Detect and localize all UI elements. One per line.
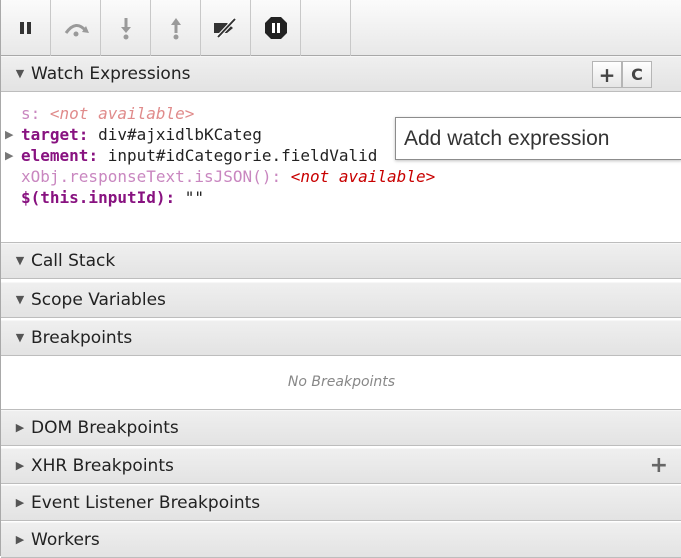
- watch-expressions-list: s: <not available> ▶ target: div#ajxidlb…: [1, 92, 681, 243]
- expanded-triangle-icon: ▼: [15, 331, 25, 344]
- breakpoints-header[interactable]: ▼ Breakpoints: [1, 320, 681, 356]
- call-stack-header[interactable]: ▼ Call Stack: [1, 243, 681, 279]
- section-title: Watch Expressions: [31, 64, 191, 84]
- section-title: Call Stack: [31, 251, 116, 271]
- step-out-icon: [166, 16, 186, 40]
- step-over-button[interactable]: [51, 0, 101, 56]
- collapsed-triangle-icon: ▶: [15, 496, 25, 509]
- section-title: Scope Variables: [31, 290, 166, 310]
- watch-expression-value: "": [184, 188, 205, 207]
- step-out-button[interactable]: [151, 0, 201, 56]
- section-title: Breakpoints: [31, 328, 133, 348]
- watch-expression-value: <not available>: [49, 104, 195, 123]
- section-title: Workers: [31, 530, 100, 550]
- watch-expression-value: input#idCategorie.fieldValid: [107, 146, 378, 165]
- deactivate-breakpoints-icon: [211, 17, 241, 39]
- refresh-watch-button[interactable]: C: [622, 61, 652, 88]
- section-title: DOM Breakpoints: [31, 418, 179, 438]
- collapsed-triangle-icon: ▶: [15, 533, 25, 546]
- watch-expressions-header[interactable]: ▼ Watch Expressions + C: [1, 56, 681, 92]
- expanded-triangle-icon: ▼: [15, 67, 25, 80]
- add-xhr-breakpoint-button[interactable]: +: [650, 449, 668, 483]
- collapsed-triangle-icon: ▶: [15, 421, 25, 434]
- expand-triangle-icon[interactable]: ▶: [5, 124, 13, 146]
- section-title: XHR Breakpoints: [31, 456, 174, 476]
- watch-expression-name: element: [21, 146, 89, 165]
- pause-button[interactable]: [1, 0, 51, 56]
- watch-expression-row[interactable]: ▶ target: div#ajxidlbKCateg: [5, 124, 262, 146]
- scope-variables-header[interactable]: ▼ Scope Variables: [1, 282, 681, 318]
- step-over-icon: [62, 18, 90, 38]
- section-title: Event Listener Breakpoints: [31, 493, 261, 513]
- watch-expression-row[interactable]: s: <not available>: [21, 103, 194, 125]
- expanded-triangle-icon: ▼: [15, 293, 25, 306]
- expand-triangle-icon[interactable]: ▶: [5, 145, 13, 167]
- toolbar-divider: [350, 0, 351, 56]
- event-listener-breakpoints-header[interactable]: ▶ Event Listener Breakpoints: [1, 485, 681, 521]
- watch-expression-row[interactable]: $(this.inputId): "": [21, 187, 204, 209]
- watch-expression-name: s: [21, 104, 31, 123]
- watch-expression-value: div#ajxidlbKCateg: [98, 125, 262, 144]
- watch-expression-row[interactable]: ▶ element: input#idCategorie.fieldValid: [5, 145, 378, 167]
- add-watch-expression-button[interactable]: +: [592, 61, 622, 88]
- debugger-toolbar: [1, 0, 681, 56]
- pause-on-exceptions-icon: [264, 16, 288, 40]
- pause-icon: [16, 18, 36, 38]
- watch-expression-name: $(this.inputId): [21, 188, 166, 207]
- step-into-icon: [116, 16, 136, 40]
- expanded-triangle-icon: ▼: [15, 254, 25, 267]
- no-breakpoints-message: No Breakpoints: [1, 356, 681, 410]
- collapsed-triangle-icon: ▶: [15, 459, 25, 472]
- debugger-sidebar: ▼ Watch Expressions + C s: <not availabl…: [0, 0, 681, 558]
- deactivate-breakpoints-button[interactable]: [201, 0, 251, 56]
- dom-breakpoints-header[interactable]: ▶ DOM Breakpoints: [1, 410, 681, 446]
- watch-expression-name: target: [21, 125, 79, 144]
- workers-header[interactable]: ▶ Workers: [1, 522, 681, 558]
- step-into-button[interactable]: [101, 0, 151, 56]
- watch-expression-name: xObj.responseText.isJSON(): [21, 167, 272, 186]
- watch-expression-value: <not available>: [290, 167, 436, 186]
- watch-expression-row[interactable]: xObj.responseText.isJSON(): <not availab…: [21, 166, 435, 188]
- add-watch-expression-tooltip: Add watch expression: [395, 117, 681, 160]
- plus-icon: +: [598, 62, 616, 87]
- pause-on-exceptions-button[interactable]: [251, 0, 301, 56]
- refresh-icon: C: [631, 64, 643, 84]
- xhr-breakpoints-header[interactable]: ▶ XHR Breakpoints +: [1, 448, 681, 484]
